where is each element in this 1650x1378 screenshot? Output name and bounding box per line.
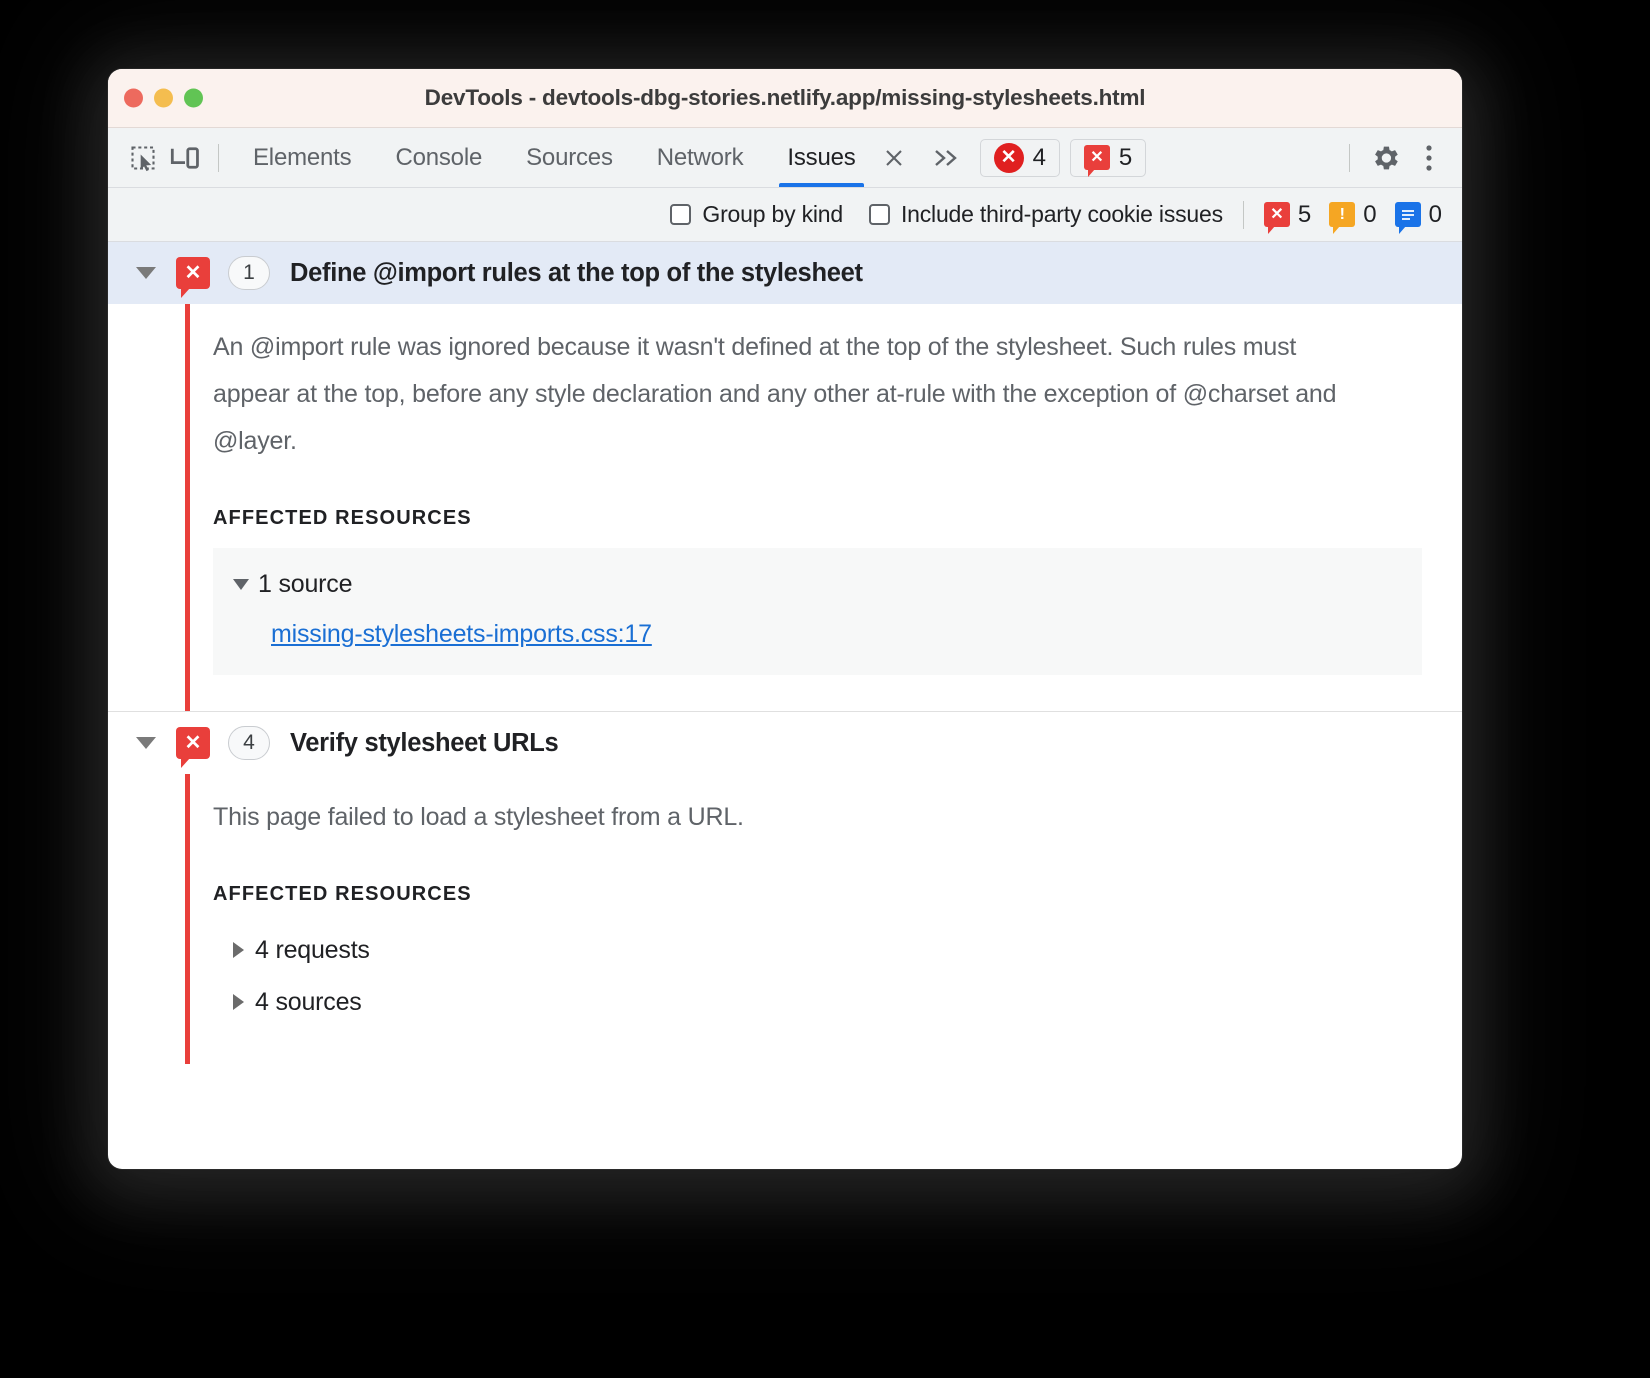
devtools-window: DevTools - devtools-dbg-stories.netlify.… bbox=[108, 69, 1462, 1169]
issue-bottom-spacer bbox=[186, 675, 1422, 711]
issues-error-badge[interactable]: ✕ 5 bbox=[1070, 139, 1146, 177]
close-window-button[interactable] bbox=[124, 89, 143, 108]
tab-network-label: Network bbox=[657, 144, 744, 172]
issue-body-import-rules: An @import rule was ignored because it w… bbox=[108, 304, 1462, 711]
issue-description: An @import rule was ignored because it w… bbox=[186, 304, 1376, 465]
affected-resources-block: 1 source missing-stylesheets-imports.css… bbox=[213, 548, 1422, 675]
resource-group-sources[interactable]: 1 source bbox=[213, 558, 1422, 610]
issue-error-icon: ✕ bbox=[176, 257, 210, 289]
toolbar-divider bbox=[218, 144, 219, 172]
chevron-down-icon[interactable] bbox=[233, 579, 249, 590]
tab-console-label: Console bbox=[395, 144, 482, 172]
issue-error-icon: ✕ bbox=[1084, 145, 1110, 170]
issue-error-icon: ✕ bbox=[176, 727, 210, 759]
affected-resources-label: AFFECTED RESOURCES bbox=[186, 465, 1422, 548]
issue-description: This page failed to load a stylesheet fr… bbox=[186, 774, 1376, 841]
resource-group-label: 4 sources bbox=[255, 988, 362, 1017]
tab-sources[interactable]: Sources bbox=[504, 128, 635, 187]
window-traffic-lights bbox=[124, 89, 203, 108]
toolbar-divider-right bbox=[1349, 144, 1350, 172]
close-panel-icon[interactable] bbox=[878, 146, 920, 170]
issue-title: Verify stylesheet URLs bbox=[290, 729, 558, 758]
chevron-right-icon[interactable] bbox=[233, 994, 244, 1010]
error-counter: ✕ 5 bbox=[1264, 201, 1311, 229]
issues-list: ✕ 1 Define @import rules at the top of t… bbox=[108, 242, 1462, 1064]
resource-group-sources[interactable]: 4 sources bbox=[186, 976, 1422, 1028]
resource-group-label: 4 requests bbox=[255, 936, 370, 965]
issues-error-count: 5 bbox=[1119, 144, 1132, 172]
kebab-menu-icon[interactable] bbox=[1408, 137, 1450, 179]
inspect-element-icon[interactable] bbox=[122, 137, 164, 179]
chevron-right-icon[interactable] bbox=[233, 942, 244, 958]
tab-issues[interactable]: Issues bbox=[765, 128, 877, 187]
tab-network[interactable]: Network bbox=[635, 128, 766, 187]
issue-header-verify-urls[interactable]: ✕ 4 Verify stylesheet URLs bbox=[108, 712, 1462, 774]
issue-body-verify-urls: This page failed to load a stylesheet fr… bbox=[108, 774, 1462, 1064]
circle-error-icon: ✕ bbox=[994, 143, 1024, 173]
issue-header-import-rules[interactable]: ✕ 1 Define @import rules at the top of t… bbox=[108, 242, 1462, 304]
error-bubble-icon: ✕ bbox=[1264, 202, 1290, 227]
issue-badges: ✕ 4 ✕ 5 bbox=[980, 139, 1147, 177]
issues-filter-toolbar: Group by kind Include third-party cookie… bbox=[108, 188, 1462, 242]
third-party-cookies-checkbox[interactable]: Include third-party cookie issues bbox=[869, 201, 1223, 228]
tab-elements-label: Elements bbox=[253, 144, 351, 172]
info-counter: 0 bbox=[1395, 201, 1442, 229]
panel-tabs: Elements Console Sources Network Issues bbox=[231, 128, 878, 187]
affected-resources-label: AFFECTED RESOURCES bbox=[186, 841, 1422, 924]
group-by-kind-checkbox[interactable]: Group by kind bbox=[670, 201, 843, 228]
resource-group-requests[interactable]: 4 requests bbox=[186, 924, 1422, 976]
resource-group-label: 1 source bbox=[258, 570, 352, 599]
console-error-count: 4 bbox=[1033, 144, 1046, 172]
error-counter-value: 5 bbox=[1298, 201, 1311, 229]
tab-issues-label: Issues bbox=[787, 144, 855, 172]
zoom-window-button[interactable] bbox=[184, 89, 203, 108]
source-link[interactable]: missing-stylesheets-imports.css:17 bbox=[271, 620, 652, 649]
chevron-down-icon[interactable] bbox=[136, 737, 156, 749]
warning-counter: ! 0 bbox=[1329, 201, 1376, 229]
window-titlebar: DevTools - devtools-dbg-stories.netlify.… bbox=[108, 69, 1462, 128]
toolbar-right-actions bbox=[1337, 137, 1450, 179]
third-party-cookies-box[interactable] bbox=[869, 204, 890, 225]
issue-title: Define @import rules at the top of the s… bbox=[290, 259, 863, 288]
console-error-badge[interactable]: ✕ 4 bbox=[980, 139, 1060, 177]
info-counter-value: 0 bbox=[1429, 201, 1442, 229]
info-bubble-icon bbox=[1395, 202, 1421, 227]
chevron-down-icon[interactable] bbox=[136, 267, 156, 279]
warning-bubble-icon: ! bbox=[1329, 202, 1355, 227]
tab-console[interactable]: Console bbox=[373, 128, 504, 187]
filter-divider bbox=[1243, 201, 1244, 229]
more-tabs-icon[interactable] bbox=[920, 147, 974, 169]
devtools-tabbar: Elements Console Sources Network Issues bbox=[108, 128, 1462, 188]
third-party-cookies-label: Include third-party cookie issues bbox=[901, 201, 1223, 228]
screenshot-root: DevTools - devtools-dbg-stories.netlify.… bbox=[0, 0, 1650, 1378]
warning-counter-value: 0 bbox=[1363, 201, 1376, 229]
issue-count-badge: 4 bbox=[228, 726, 270, 760]
issue-count-badge: 1 bbox=[228, 256, 270, 290]
minimize-window-button[interactable] bbox=[154, 89, 173, 108]
device-toolbar-icon[interactable] bbox=[164, 137, 206, 179]
issue-bottom-spacer bbox=[186, 1028, 1422, 1064]
window-title: DevTools - devtools-dbg-stories.netlify.… bbox=[108, 85, 1462, 111]
tab-elements[interactable]: Elements bbox=[231, 128, 373, 187]
tab-sources-label: Sources bbox=[526, 144, 613, 172]
group-by-kind-box[interactable] bbox=[670, 204, 691, 225]
gear-icon[interactable] bbox=[1364, 137, 1406, 179]
group-by-kind-label: Group by kind bbox=[702, 201, 843, 228]
